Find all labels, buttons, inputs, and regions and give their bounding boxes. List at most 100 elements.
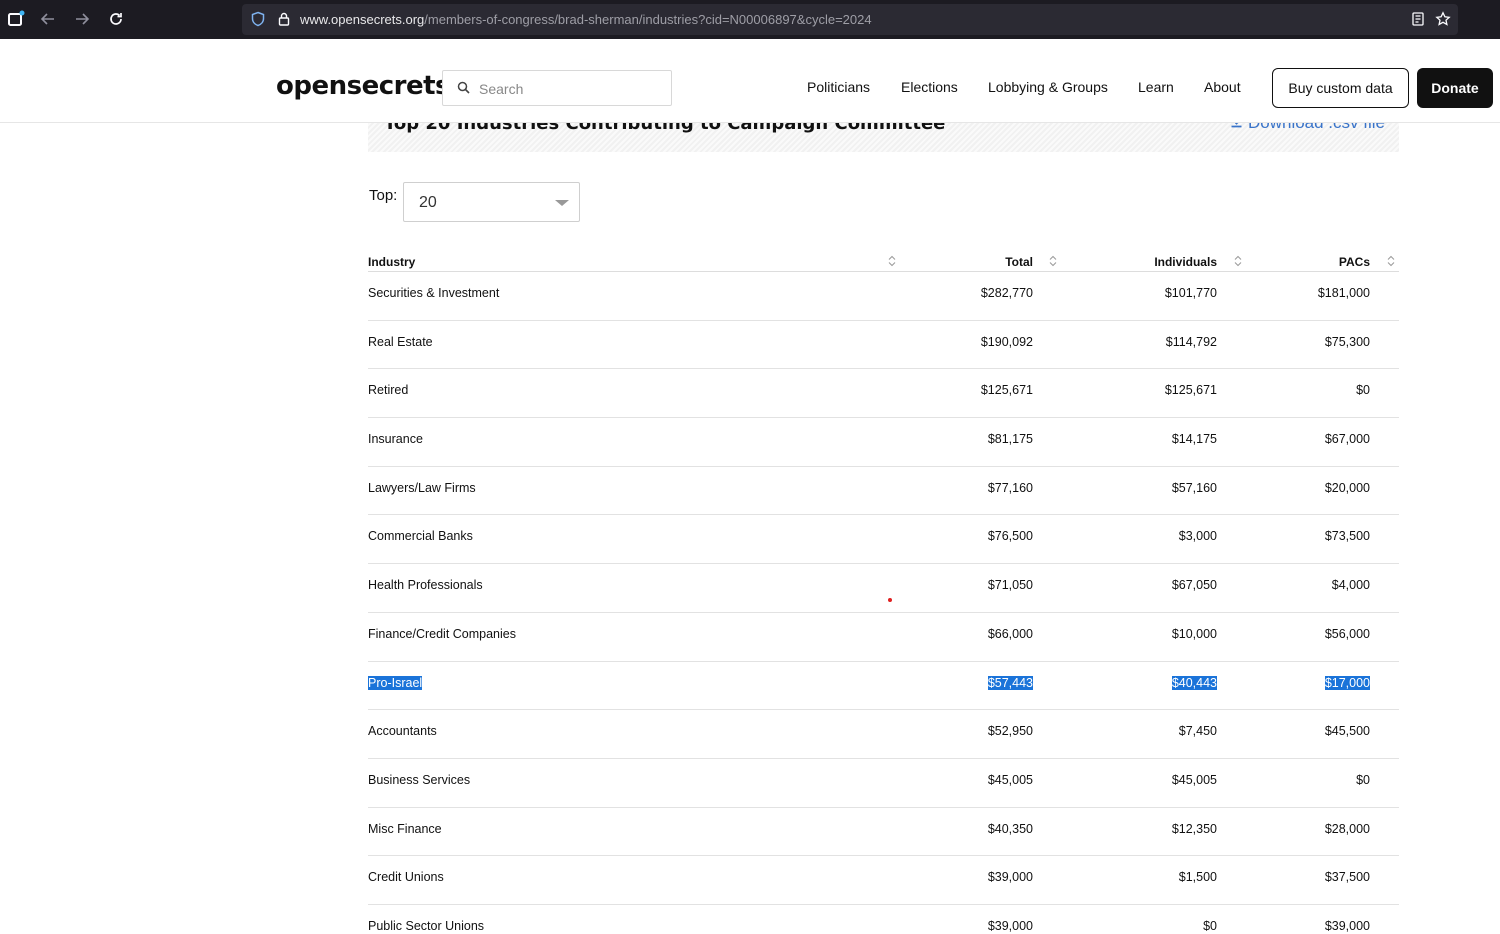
table-row: Securities & Investment $282,770 $101,770 $… — [368, 272, 1399, 321]
sort-icon[interactable] — [888, 255, 896, 267]
tab-overview-icon[interactable] — [6, 9, 26, 29]
cell-industry: Commercial Banks — [368, 529, 473, 543]
nav-politicians[interactable]: Politicians — [807, 79, 870, 95]
cell-industry: Securities & Investment — [368, 286, 499, 300]
nav-learn[interactable]: Learn — [1138, 79, 1174, 95]
cell-individuals-text: $45,005 — [1171, 772, 1217, 787]
cell-individuals: $3,000 — [1179, 529, 1217, 543]
cell-individuals: $0 — [1203, 919, 1217, 933]
url-text[interactable]: www.opensecrets.org/members-of-congress/… — [300, 12, 872, 27]
sort-icon[interactable] — [1387, 255, 1395, 267]
column-header-total[interactable]: Total — [1005, 255, 1033, 269]
column-header-industry[interactable]: Industry — [368, 255, 415, 269]
logo-part-secrets: secrets — [346, 71, 451, 101]
cell-pacs-text: $28,000 — [1324, 821, 1370, 836]
column-header-individuals[interactable]: Individuals — [1154, 255, 1217, 269]
search-box[interactable] — [442, 70, 672, 106]
column-header-pacs[interactable]: PACs — [1339, 255, 1370, 269]
cell-industry: Lawyers/Law Firms — [368, 481, 476, 495]
bookmark-star-icon[interactable] — [1435, 11, 1451, 27]
cell-individuals: $45,005 — [1172, 773, 1217, 787]
cell-total-text: $77,160 — [987, 480, 1033, 495]
nav-elections[interactable]: Elections — [901, 79, 958, 95]
cell-individuals-text: $67,050 — [1171, 578, 1217, 593]
cell-pacs: $56,000 — [1325, 627, 1370, 641]
site-header: opensecrets Politicians Elections Lobbyi… — [0, 39, 1500, 123]
browser-toolbar: www.opensecrets.org/members-of-congress/… — [0, 0, 1500, 39]
cell-industry: Pro-Israel — [368, 675, 423, 690]
table-row: Pro-Israel $57,443 $40,443 $17,000 — [368, 662, 1399, 711]
cell-industry: Real Estate — [368, 335, 433, 349]
cell-pacs: $0 — [1356, 773, 1370, 787]
cell-industry-text: Credit Unions — [368, 870, 444, 885]
cell-individuals-text: $14,175 — [1171, 432, 1217, 447]
search-icon — [457, 81, 470, 94]
reader-view-icon[interactable] — [1410, 11, 1426, 27]
sort-icon[interactable] — [1049, 255, 1057, 267]
cell-individuals-text: $125,671 — [1164, 383, 1217, 398]
cell-total-text: $76,500 — [987, 529, 1033, 544]
cell-industry: Misc Finance — [368, 822, 442, 836]
table-row: Insurance $81,175 $14,175 $67,000 — [368, 418, 1399, 467]
cell-total: $39,000 — [988, 870, 1033, 884]
cell-total: $57,443 — [987, 675, 1033, 690]
cell-total: $71,050 — [988, 578, 1033, 592]
donate-button[interactable]: Donate — [1417, 68, 1493, 108]
cell-pacs: $45,500 — [1325, 724, 1370, 738]
cell-individuals-text: $1,500 — [1178, 870, 1217, 885]
shield-icon[interactable] — [250, 11, 266, 27]
cell-individuals: $14,175 — [1172, 432, 1217, 446]
reload-icon[interactable] — [106, 9, 126, 29]
cell-pacs-text: $17,000 — [1324, 675, 1370, 690]
cell-pacs: $75,300 — [1325, 335, 1370, 349]
cell-total-text: $52,950 — [987, 724, 1033, 739]
buy-custom-data-button[interactable]: Buy custom data — [1272, 68, 1409, 108]
cell-individuals-text: $12,350 — [1171, 821, 1217, 836]
nav-about[interactable]: About — [1204, 79, 1241, 95]
url-host: www.opensecrets.org — [300, 12, 425, 27]
cell-industry: Finance/Credit Companies — [368, 627, 516, 641]
opensecrets-logo[interactable]: opensecrets — [276, 71, 451, 101]
cell-industry-text: Public Sector Unions — [368, 918, 485, 933]
cell-total: $76,500 — [988, 529, 1033, 543]
table-row: Misc Finance $40,350 $12,350 $28,000 — [368, 808, 1399, 857]
cell-pacs: $20,000 — [1325, 481, 1370, 495]
cell-total-text: $39,000 — [987, 918, 1033, 933]
cell-industry: Business Services — [368, 773, 470, 787]
cell-pacs-text: $0 — [1356, 772, 1370, 787]
table-row: Accountants $52,950 $7,450 $45,500 — [368, 710, 1399, 759]
nav-lobbying-groups[interactable]: Lobbying & Groups — [988, 79, 1108, 95]
cell-total-text: $190,092 — [980, 334, 1033, 349]
cell-pacs-text: $37,500 — [1324, 870, 1370, 885]
cell-industry-text: Finance/Credit Companies — [368, 626, 516, 641]
cell-total-text: $40,350 — [987, 821, 1033, 836]
cell-industry-text: Accountants — [368, 724, 437, 739]
cell-pacs-text: $20,000 — [1324, 480, 1370, 495]
back-icon[interactable] — [38, 9, 58, 29]
top-label: Top: — [369, 187, 398, 204]
cursor-marker — [888, 598, 892, 602]
table-row: Lawyers/Law Firms $77,160 $57,160 $20,000 — [368, 467, 1399, 516]
cell-total: $77,160 — [988, 481, 1033, 495]
cell-pacs-text: $56,000 — [1324, 626, 1370, 641]
table-row: Business Services $45,005 $45,005 $0 — [368, 759, 1399, 808]
cell-individuals-text: $0 — [1203, 918, 1217, 933]
cell-industry-text: Lawyers/Law Firms — [368, 480, 476, 495]
table-row: Credit Unions $39,000 $1,500 $37,500 — [368, 856, 1399, 905]
cell-pacs: $73,500 — [1325, 529, 1370, 543]
forward-icon[interactable] — [72, 9, 92, 29]
cell-industry: Health Professionals — [368, 578, 483, 592]
search-input[interactable] — [479, 78, 659, 100]
lock-icon[interactable] — [276, 11, 292, 27]
cell-pacs: $0 — [1356, 383, 1370, 397]
cell-pacs: $28,000 — [1325, 822, 1370, 836]
logo-part-open: open — [276, 71, 347, 101]
sort-icon[interactable] — [1234, 255, 1242, 267]
cell-industry: Insurance — [368, 432, 423, 446]
cell-individuals: $67,050 — [1172, 578, 1217, 592]
cell-individuals-text: $10,000 — [1171, 626, 1217, 641]
top-count-select[interactable]: 20 — [403, 182, 580, 222]
cell-individuals: $12,350 — [1172, 822, 1217, 836]
address-bar[interactable]: www.opensecrets.org/members-of-congress/… — [242, 4, 1458, 35]
cell-industry-text: Real Estate — [368, 334, 433, 349]
